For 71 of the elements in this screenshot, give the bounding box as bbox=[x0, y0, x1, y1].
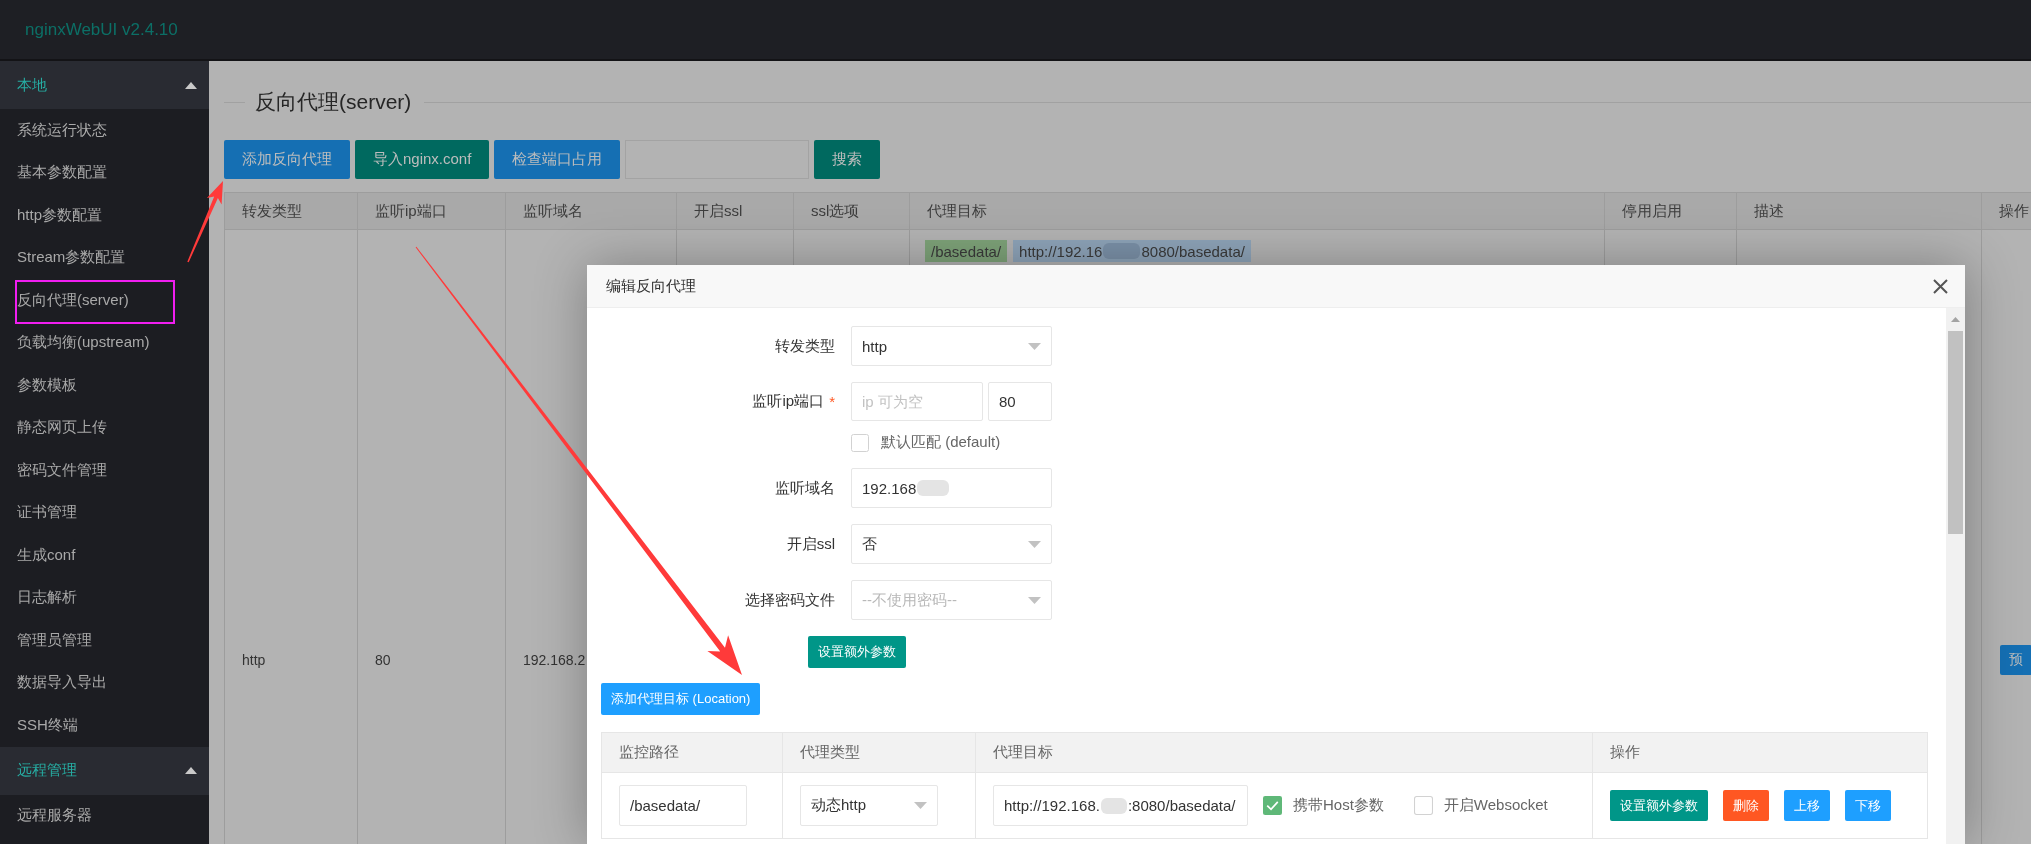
scroll-up-icon[interactable] bbox=[1951, 317, 1960, 322]
caret-icon bbox=[1028, 596, 1041, 604]
sidebar-item[interactable]: 密码文件管理 bbox=[17, 460, 107, 480]
sidebar-item[interactable]: 证书管理 bbox=[17, 503, 77, 523]
sidebar-section-header[interactable]: 本地 bbox=[0, 61, 209, 109]
target-field[interactable]: http://192.168. :8080/basedata/ bbox=[993, 785, 1248, 826]
column-header: 监控路径 bbox=[619, 743, 679, 762]
toolbar-button[interactable]: 导入nginx.conf bbox=[355, 140, 490, 179]
column-header: 监听域名 bbox=[523, 201, 583, 221]
sidebar-item[interactable]: 参数模板 bbox=[17, 375, 77, 395]
scrollbar-thumb[interactable] bbox=[1948, 331, 1963, 534]
sidebar-item[interactable]: 日志解析 bbox=[17, 588, 77, 608]
sidebar-item[interactable]: 管理员管理 bbox=[17, 630, 92, 650]
listen-port: 80 bbox=[375, 652, 391, 668]
sidebar-item[interactable]: 基本参数配置 bbox=[17, 163, 107, 183]
server-name: 192.168.2 bbox=[523, 652, 586, 668]
form-label: 监听ip端口 bbox=[752, 392, 825, 411]
select-field[interactable]: http bbox=[851, 326, 1052, 366]
form-label: 选择密码文件 bbox=[745, 590, 835, 610]
caret-icon bbox=[1028, 540, 1041, 548]
required-mark: * bbox=[829, 393, 835, 410]
path-field[interactable]: /basedata/ bbox=[619, 785, 747, 826]
form-label: 开启ssl bbox=[786, 534, 835, 554]
sidebar-item[interactable]: 负载均衡(upstream) bbox=[17, 333, 150, 353]
column-header: 代理类型 bbox=[800, 743, 860, 762]
checkbox-label[interactable]: 携带Host参数 bbox=[1293, 796, 1384, 815]
column-header: 转发类型 bbox=[242, 201, 302, 221]
checkbox-label[interactable]: 开启Websocket bbox=[1443, 796, 1548, 815]
form-label: 监听域名 bbox=[775, 478, 835, 498]
sidebar-item[interactable]: 反向代理(server) bbox=[17, 290, 129, 310]
sidebar-item[interactable]: 系统运行状态 bbox=[17, 120, 107, 140]
checkbox-label[interactable]: 默认匹配 (default) bbox=[881, 433, 1001, 452]
column-header: ssl选项 bbox=[811, 201, 860, 221]
sidebar-item[interactable]: Stream参数配置 bbox=[17, 248, 126, 268]
extra-params-button[interactable]: 设置额外参数 bbox=[808, 636, 906, 668]
column-header: 操作 bbox=[1610, 743, 1640, 762]
caret-icon[interactable] bbox=[185, 767, 197, 774]
app-logo-text: nginxWebUI v2.4.10 bbox=[25, 19, 178, 40]
search-button[interactable]: 搜索 bbox=[814, 140, 881, 179]
forward-type: http bbox=[242, 652, 266, 668]
column-header: 描述 bbox=[1754, 201, 1784, 221]
page-title: 反向代理(server) bbox=[255, 89, 412, 115]
sidebar-item[interactable]: SSH终端 bbox=[17, 715, 78, 735]
sidebar-item[interactable]: 数据导入导出 bbox=[17, 673, 107, 693]
column-header: 代理目标 bbox=[993, 743, 1053, 762]
form-label: 转发类型 bbox=[775, 336, 835, 356]
select-field[interactable]: 否 bbox=[851, 524, 1052, 564]
port-field[interactable]: 80 bbox=[988, 382, 1052, 421]
select-field[interactable]: 动态http bbox=[800, 785, 938, 826]
caret-icon[interactable] bbox=[185, 81, 197, 89]
row-action-button[interactable]: 设置额外参数 bbox=[1610, 790, 1708, 821]
column-header: 操作 bbox=[1999, 201, 2029, 221]
column-header: 开启ssl bbox=[694, 201, 743, 221]
caret-icon bbox=[1028, 342, 1041, 350]
sidebar-item[interactable]: 生成conf bbox=[17, 545, 76, 565]
checkbox[interactable] bbox=[1413, 796, 1433, 815]
sidebar-item[interactable]: http参数配置 bbox=[17, 205, 103, 225]
sidebar-section-header[interactable]: 远程管理 bbox=[0, 746, 209, 795]
column-header: 监听ip端口 bbox=[375, 201, 447, 221]
checkbox[interactable] bbox=[1263, 796, 1282, 815]
dialog-title: 编辑反向代理 bbox=[606, 276, 696, 296]
caret-icon bbox=[914, 802, 927, 809]
column-header: 代理目标 bbox=[927, 201, 987, 221]
domain-field[interactable]: 192.168 bbox=[851, 468, 1052, 508]
column-header: 停用启用 bbox=[1622, 201, 1682, 221]
sidebar-item[interactable]: 静态网页上传 bbox=[17, 418, 107, 438]
path-tag: /basedata/ bbox=[925, 240, 1008, 262]
sidebar-item[interactable]: 远程服务器 bbox=[17, 806, 92, 826]
close-icon[interactable] bbox=[1933, 278, 1948, 294]
checkbox[interactable] bbox=[851, 433, 869, 452]
url-tag: http://192.16 8080/basedata/ bbox=[1013, 240, 1251, 262]
